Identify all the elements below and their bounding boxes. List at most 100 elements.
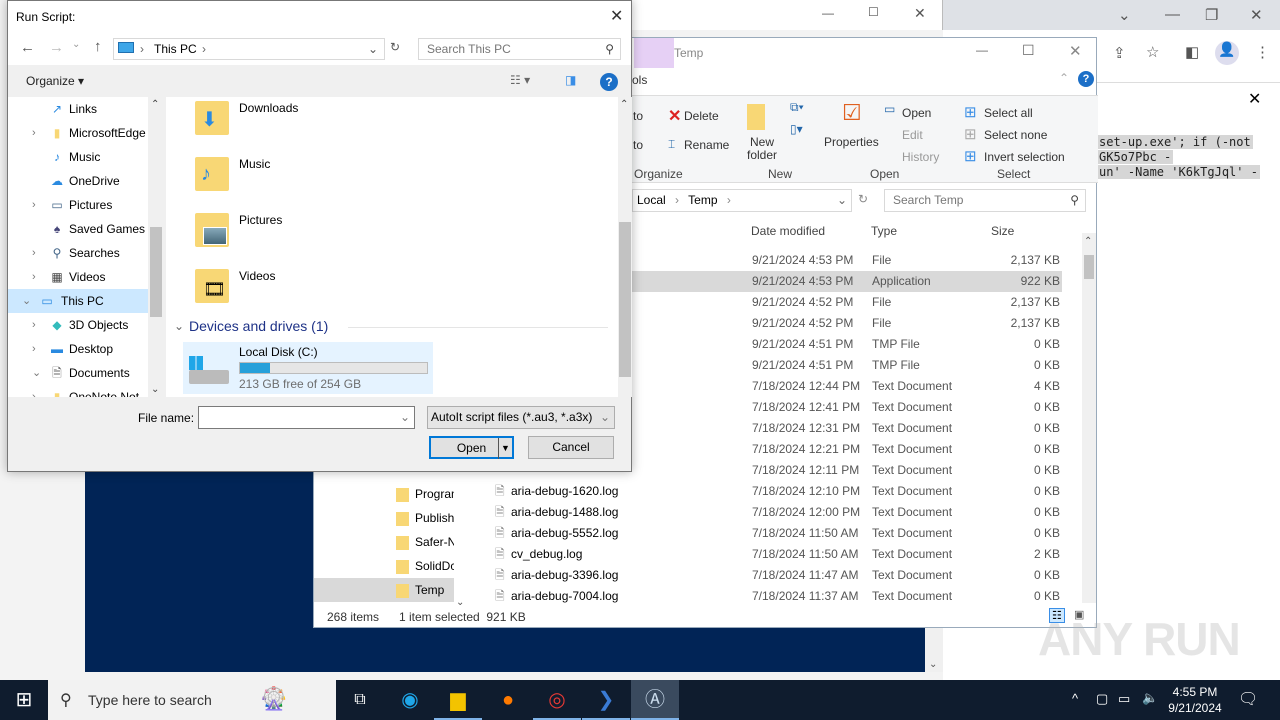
- content-scrollbar[interactable]: ⌃: [618, 97, 632, 397]
- delete-button[interactable]: Delete: [684, 109, 719, 123]
- expand-icon[interactable]: ›: [32, 265, 36, 289]
- nav-item-pictures[interactable]: › ▭ Pictures: [8, 193, 148, 217]
- firefox-icon[interactable]: ●: [484, 680, 532, 720]
- profile-avatar[interactable]: 👤: [1215, 41, 1239, 65]
- close-button[interactable]: ✕: [1250, 6, 1263, 24]
- menu-icon[interactable]: ⋮: [1255, 43, 1270, 61]
- forward-button[interactable]: →: [49, 39, 64, 56]
- nav-item-music[interactable]: ♪ Music: [8, 145, 148, 169]
- address-bar[interactable]: › This PC › ⌄: [113, 38, 385, 60]
- organize-button[interactable]: Organize ▾: [26, 74, 84, 88]
- expand-icon[interactable]: ›: [32, 313, 36, 337]
- address-bar[interactable]: Local › Temp › ⌄: [632, 189, 852, 212]
- nav-item-documents[interactable]: ⌄ 🗎 Documents: [8, 361, 148, 385]
- nav-item[interactable]: Temp: [314, 578, 454, 602]
- nav-item-this-pc[interactable]: ⌄ ▭ This PC: [8, 289, 148, 313]
- show-hidden-icons[interactable]: ^: [1072, 691, 1078, 706]
- expand-icon[interactable]: ›: [32, 385, 36, 397]
- nav-item[interactable]: Safer-N: [314, 530, 454, 554]
- expand-icon[interactable]: ⌄: [32, 361, 41, 385]
- notifications-icon[interactable]: 🗨: [1238, 689, 1258, 709]
- nav-item[interactable]: Program: [314, 482, 454, 506]
- nav-item[interactable]: Publish: [314, 506, 454, 530]
- help-icon[interactable]: ?: [600, 73, 618, 91]
- open-button[interactable]: Open: [902, 106, 931, 120]
- tab-search-icon[interactable]: ⌄: [1118, 6, 1131, 24]
- up-button[interactable]: ↑: [94, 38, 102, 55]
- nav-item-onenote-not[interactable]: › ▮ OneNote Not: [8, 385, 148, 397]
- search-input[interactable]: Search Temp ⚲: [884, 189, 1086, 212]
- folder-videos[interactable]: 🎞: [193, 265, 233, 305]
- folder-downloads[interactable]: ⬇: [193, 97, 233, 137]
- network-icon[interactable]: ▭: [1118, 691, 1130, 707]
- help-icon[interactable]: ?: [1078, 71, 1094, 87]
- nav-item-microsoftedge[interactable]: › ▮ MicrosoftEdge: [8, 121, 148, 145]
- clock[interactable]: 4:55 PM 9/21/2024: [1160, 684, 1230, 716]
- rename-button[interactable]: Rename: [684, 138, 729, 152]
- edge-icon[interactable]: ◉: [386, 680, 434, 720]
- table-row[interactable]: 🗎 aria-debug-1488.log 7/18/2024 12:00 PM Te…: [492, 502, 1062, 523]
- recent-locations-icon[interactable]: ⌄: [72, 39, 80, 50]
- side-panel-icon[interactable]: ◧: [1185, 43, 1199, 61]
- folder-label[interactable]: Videos: [239, 269, 275, 283]
- powershell-icon[interactable]: ❯: [582, 680, 630, 720]
- table-row[interactable]: 🗎 cv_debug.log 7/18/2024 11:50 AM Text Docu…: [492, 544, 1062, 565]
- nav-item-videos[interactable]: › ▦ Videos: [8, 265, 148, 289]
- minimize-button[interactable]: —: [1165, 6, 1180, 23]
- new-folder-button[interactable]: New folder: [742, 136, 782, 162]
- chevron-down-icon[interactable]: ⌄: [837, 190, 847, 211]
- autoit-icon[interactable]: Ⓐ: [631, 680, 679, 720]
- history-button[interactable]: History: [902, 150, 939, 164]
- folder-label[interactable]: Downloads: [239, 101, 298, 115]
- select-all-button[interactable]: Select all: [984, 106, 1033, 120]
- ribbon-tab-partial[interactable]: ols: [632, 73, 647, 87]
- star-icon[interactable]: ☆: [1146, 43, 1159, 61]
- nav-scrollbar[interactable]: ⌄: [454, 468, 468, 608]
- task-view-icon[interactable]: ⧉: [336, 680, 384, 720]
- move-to-button[interactable]: to: [633, 109, 643, 123]
- back-button[interactable]: ←: [20, 39, 35, 56]
- folder-label[interactable]: Pictures: [239, 213, 282, 227]
- change-view-button[interactable]: ☷ ▾: [510, 73, 530, 87]
- folder-label[interactable]: Music: [239, 157, 270, 171]
- meet-now-icon[interactable]: ▢: [1096, 691, 1108, 707]
- open-dropdown-icon[interactable]: ▼: [498, 438, 512, 459]
- table-row[interactable]: 🗎 aria-debug-1620.log 7/18/2024 12:10 PM Te…: [492, 481, 1062, 502]
- preview-pane-button[interactable]: ◨: [565, 73, 576, 87]
- folder-music[interactable]: ♪: [193, 153, 233, 193]
- edit-button[interactable]: Edit: [902, 128, 923, 142]
- start-button[interactable]: ⊞: [0, 680, 48, 720]
- nav-item-onedrive[interactable]: ☁ OneDrive: [8, 169, 148, 193]
- expand-icon[interactable]: ›: [32, 193, 36, 217]
- share-icon[interactable]: ⇪: [1113, 44, 1126, 62]
- close-button[interactable]: ✕: [610, 6, 623, 26]
- new-item-icon[interactable]: ⧉▾: [790, 100, 804, 115]
- table-row[interactable]: 🗎 aria-debug-7004.log 7/18/2024 11:37 AM Te…: [492, 586, 1062, 607]
- collapse-ribbon-icon[interactable]: ⌃: [1059, 71, 1069, 85]
- volume-icon[interactable]: 🔈: [1142, 690, 1158, 706]
- nav-item-searches[interactable]: › ⚲ Searches: [8, 241, 148, 265]
- easy-access-icon[interactable]: ▯▾: [790, 122, 803, 136]
- drive-local-disk-c[interactable]: Local Disk (C:) 213 GB free of 254 GB: [183, 342, 433, 394]
- nav-item-3d-objects[interactable]: › ◆ 3D Objects: [8, 313, 148, 337]
- column-header-type[interactable]: Type: [871, 224, 897, 238]
- chevron-down-icon[interactable]: ⌄: [174, 319, 184, 333]
- file-type-select[interactable]: AutoIt script files (*.au3, *.a3x) ⌄: [427, 406, 615, 429]
- expand-icon[interactable]: ›: [32, 337, 36, 361]
- nav-item-links[interactable]: ↗ Links: [8, 97, 148, 121]
- minimize-button[interactable]: —: [822, 6, 834, 20]
- breadcrumb-item[interactable]: Local: [637, 193, 666, 207]
- nav-item-saved-games[interactable]: ♠ Saved Games: [8, 217, 148, 241]
- invert-selection-button[interactable]: Invert selection: [984, 150, 1065, 164]
- folder-pictures[interactable]: [193, 209, 233, 249]
- refresh-icon[interactable]: ↻: [858, 192, 868, 206]
- file-explorer-icon[interactable]: ▆: [434, 680, 482, 720]
- maximize-button[interactable]: ☐: [1022, 42, 1035, 59]
- nav-item-desktop[interactable]: › ▬ Desktop: [8, 337, 148, 361]
- column-header-size[interactable]: Size: [991, 224, 1014, 238]
- expand-icon[interactable]: ›: [32, 121, 36, 145]
- nav-item[interactable]: SolidDc: [314, 554, 454, 578]
- minimize-button[interactable]: —: [976, 43, 988, 57]
- select-none-button[interactable]: Select none: [984, 128, 1047, 142]
- column-header-date[interactable]: Date modified: [751, 224, 825, 238]
